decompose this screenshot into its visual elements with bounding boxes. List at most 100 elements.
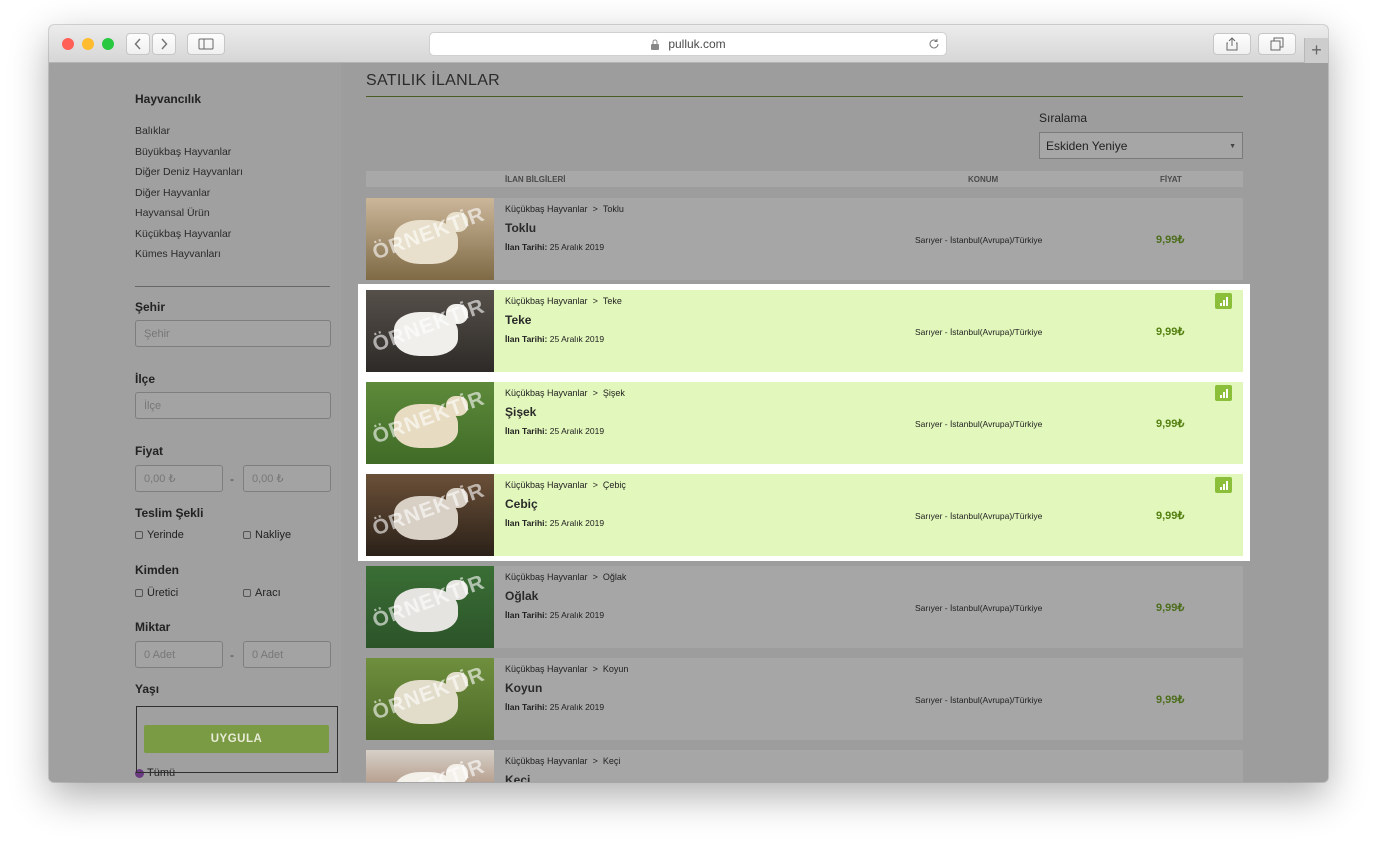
tabs-overview-button[interactable] bbox=[1258, 33, 1296, 55]
listing-location: Sarıyer - İstanbul(Avrupa)/Türkiye bbox=[915, 419, 1043, 429]
listing-breadcrumb[interactable]: Küçükbaş Hayvanlar > Oğlak bbox=[505, 572, 626, 582]
delivery-nakliye-checkbox[interactable]: Nakliye bbox=[243, 529, 291, 541]
browser-window: pulluk.com + Hayvancılık Balıklar Büyükb… bbox=[49, 25, 1328, 782]
price-min-input[interactable]: 0,00 ₺ bbox=[135, 465, 223, 492]
divider bbox=[135, 286, 330, 287]
city-input[interactable]: Şehir bbox=[135, 320, 331, 347]
listing-breadcrumb[interactable]: Küçükbaş Hayvanlar > Koyun bbox=[505, 664, 628, 674]
city-label: Şehir bbox=[135, 300, 166, 314]
minimize-window-button[interactable] bbox=[82, 38, 94, 50]
listing-location: Sarıyer - İstanbul(Avrupa)/Türkiye bbox=[915, 235, 1043, 245]
listing-row[interactable]: ÖRNEKTİR Küçükbaş Hayvanlar > Oğlak Oğla… bbox=[366, 566, 1243, 648]
listing-title[interactable]: Cebiç bbox=[505, 497, 538, 511]
listing-breadcrumb[interactable]: Küçükbaş Hayvanlar > Teke bbox=[505, 296, 622, 306]
filter-sidebar: Hayvancılık Balıklar Büyükbaş Hayvanlar … bbox=[49, 63, 341, 782]
listing-title[interactable]: Teke bbox=[505, 313, 531, 327]
forward-button[interactable] bbox=[152, 33, 176, 55]
share-icon bbox=[1226, 37, 1238, 51]
quantity-range-separator: - bbox=[230, 648, 234, 662]
category-link-deniz[interactable]: Diğer Deniz Hayvanları bbox=[135, 166, 243, 178]
checkbox-label: Nakliye bbox=[255, 529, 292, 541]
listing-breadcrumb[interactable]: Küçükbaş Hayvanlar > Çebiç bbox=[505, 480, 626, 490]
watermark: ÖRNEKTİR bbox=[369, 755, 488, 782]
close-window-button[interactable] bbox=[62, 38, 74, 50]
featured-chart-icon bbox=[1215, 385, 1232, 401]
listing-price: 9,99₺ bbox=[1156, 602, 1185, 614]
listing-photo[interactable]: ÖRNEKTİR bbox=[366, 382, 494, 464]
listing-photo[interactable]: ÖRNEKTİR bbox=[366, 658, 494, 740]
seller-uretici-checkbox[interactable]: Üretici bbox=[135, 587, 178, 599]
price-max-input[interactable]: 0,00 ₺ bbox=[243, 465, 331, 492]
delivery-yerinde-checkbox[interactable]: Yerinde bbox=[135, 529, 184, 541]
listing-breadcrumb[interactable]: Küçükbaş Hayvanlar > Keçi bbox=[505, 756, 620, 766]
chevron-right-icon bbox=[161, 38, 168, 50]
listing-photo[interactable]: ÖRNEKTİR bbox=[366, 474, 494, 556]
listing-price: 9,99₺ bbox=[1156, 418, 1185, 430]
page-content: Hayvancılık Balıklar Büyükbaş Hayvanlar … bbox=[49, 63, 1328, 782]
listing-title[interactable]: Oğlak bbox=[505, 589, 538, 603]
quantity-max-input[interactable]: 0 Adet bbox=[243, 641, 331, 668]
chevron-down-icon: ▼ bbox=[1229, 143, 1236, 150]
listing-photo[interactable]: ÖRNEKTİR bbox=[366, 198, 494, 280]
listing-title[interactable]: Keçi bbox=[505, 773, 530, 782]
district-label: İlçe bbox=[135, 372, 156, 386]
tabs-icon bbox=[1270, 37, 1284, 51]
checkbox-box bbox=[135, 589, 143, 597]
listing-location: Sarıyer - İstanbul(Avrupa)/Türkiye bbox=[915, 603, 1043, 613]
quantity-min-input[interactable]: 0 Adet bbox=[135, 641, 223, 668]
category-link-kucukbas[interactable]: Küçükbaş Hayvanlar bbox=[135, 228, 231, 240]
listing-row[interactable]: ÖRNEKTİR Küçükbaş Hayvanlar > Teke Teke … bbox=[366, 290, 1243, 372]
checkbox-box bbox=[135, 531, 143, 539]
listing-date: İlan Tarihi: 25 Aralık 2019 bbox=[505, 242, 605, 252]
listing-breadcrumb[interactable]: Küçükbaş Hayvanlar > Şişek bbox=[505, 388, 625, 398]
listing-photo[interactable]: ÖRNEKTİR bbox=[366, 750, 494, 782]
listing-price: 9,99₺ bbox=[1156, 510, 1185, 522]
age-label: Yaşı bbox=[135, 682, 160, 696]
listing-photo[interactable]: ÖRNEKTİR bbox=[366, 566, 494, 648]
seller-araci-checkbox[interactable]: Aracı bbox=[243, 587, 281, 599]
apply-button[interactable]: UYGULA bbox=[144, 725, 329, 753]
listing-row[interactable]: ÖRNEKTİR Küçükbaş Hayvanlar > Keçi Keçi bbox=[366, 750, 1243, 782]
delivery-label: Teslim Şekli bbox=[135, 506, 204, 520]
listing-row[interactable]: ÖRNEKTİR Küçükbaş Hayvanlar > Toklu Tokl… bbox=[366, 198, 1243, 280]
listing-title[interactable]: Toklu bbox=[505, 221, 536, 235]
listing-row[interactable]: ÖRNEKTİR Küçükbaş Hayvanlar > Şişek Şişe… bbox=[366, 382, 1243, 464]
zoom-window-button[interactable] bbox=[102, 38, 114, 50]
category-link-baliklar[interactable]: Balıklar bbox=[135, 125, 170, 137]
share-button[interactable] bbox=[1213, 33, 1251, 55]
category-link-hayvansal-urun[interactable]: Hayvansal Ürün bbox=[135, 207, 210, 219]
featured-chart-icon bbox=[1215, 293, 1232, 309]
sidebar-icon bbox=[198, 38, 214, 50]
listing-breadcrumb[interactable]: Küçükbaş Hayvanlar > Toklu bbox=[505, 204, 624, 214]
listing-date: İlan Tarihi: 25 Aralık 2019 bbox=[505, 702, 605, 712]
lock-icon bbox=[651, 39, 660, 50]
column-header-price: FİYAT bbox=[1160, 175, 1182, 184]
listing-photo[interactable]: ÖRNEKTİR bbox=[366, 290, 494, 372]
category-link-diger[interactable]: Diğer Hayvanlar bbox=[135, 187, 210, 199]
reload-icon[interactable] bbox=[928, 38, 940, 50]
listing-price: 9,99₺ bbox=[1156, 234, 1185, 246]
category-link-buyukbas[interactable]: Büyükbaş Hayvanlar bbox=[135, 146, 231, 158]
address-bar[interactable]: pulluk.com bbox=[429, 32, 947, 56]
plus-icon: + bbox=[1311, 40, 1322, 60]
sidebar-toggle-button[interactable] bbox=[187, 33, 225, 55]
checkbox-label: Yerinde bbox=[147, 529, 184, 541]
listing-date: İlan Tarihi: 25 Aralık 2019 bbox=[505, 426, 605, 436]
new-tab-button[interactable]: + bbox=[1304, 38, 1328, 63]
featured-chart-icon bbox=[1215, 477, 1232, 493]
seller-label: Kimden bbox=[135, 563, 180, 577]
back-button[interactable] bbox=[126, 33, 150, 55]
listing-title[interactable]: Koyun bbox=[505, 681, 542, 695]
sort-select[interactable]: Eskiden Yeniye ▼ bbox=[1039, 132, 1243, 159]
listing-title[interactable]: Şişek bbox=[505, 405, 536, 419]
price-label: Fiyat bbox=[135, 444, 164, 458]
quantity-label: Miktar bbox=[135, 620, 171, 634]
category-link-kumes[interactable]: Kümes Hayvanları bbox=[135, 248, 221, 260]
listing-row[interactable]: ÖRNEKTİR Küçükbaş Hayvanlar > Çebiç Cebi… bbox=[366, 474, 1243, 556]
category-title: Hayvancılık bbox=[135, 92, 202, 106]
column-header-location: KONUM bbox=[968, 175, 999, 184]
checkbox-label: Aracı bbox=[255, 587, 281, 599]
district-input[interactable]: İlçe bbox=[135, 392, 331, 419]
listing-row[interactable]: ÖRNEKTİR Küçükbaş Hayvanlar > Koyun Koyu… bbox=[366, 658, 1243, 740]
sort-label: Sıralama bbox=[1039, 111, 1088, 125]
